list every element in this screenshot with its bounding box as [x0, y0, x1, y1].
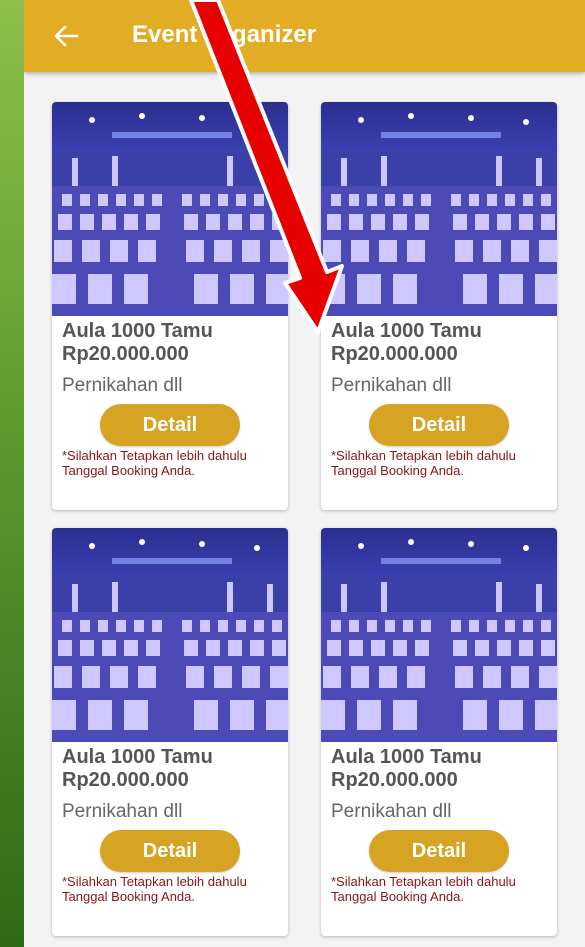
venue-photo	[52, 102, 288, 316]
venue-card[interactable]: Aula 1000 Tamu Rp20.000.000 Pernikahan d…	[52, 528, 288, 936]
venue-card[interactable]: Aula 1000 Tamu Rp20.000.000 Pernikahan d…	[52, 102, 288, 510]
venue-name: Aula 1000 Tamu	[331, 746, 482, 768]
venue-price: Rp20.000.000	[62, 343, 189, 365]
venue-price: Rp20.000.000	[331, 343, 458, 365]
venue-card[interactable]: Aula 1000 Tamu Rp20.000.000 Pernikahan d…	[321, 528, 557, 936]
venue-name: Aula 1000 Tamu	[62, 320, 213, 342]
venue-photo	[52, 528, 288, 742]
venue-card[interactable]: Aula 1000 Tamu Rp20.000.000 Pernikahan d…	[321, 102, 557, 510]
venue-name: Aula 1000 Tamu	[331, 320, 482, 342]
venue-category: Pernikahan dll	[62, 375, 183, 396]
booking-note: *Silahkan Tetapkan lebih dahulu Tanggal …	[331, 448, 516, 478]
detail-button[interactable]: Detail	[369, 404, 509, 446]
venue-price: Rp20.000.000	[331, 769, 458, 791]
venue-category: Pernikahan dll	[331, 375, 452, 396]
page-title: Event Organizer	[132, 21, 317, 48]
venue-price: Rp20.000.000	[62, 769, 189, 791]
venue-photo	[321, 528, 557, 742]
detail-button[interactable]: Detail	[100, 830, 240, 872]
venue-category: Pernikahan dll	[331, 801, 452, 822]
booking-note: *Silahkan Tetapkan lebih dahulu Tanggal …	[331, 874, 516, 904]
venue-name: Aula 1000 Tamu	[62, 746, 213, 768]
phone-screen: Event Organizer Aula 1000 Tamu Rp20.000.…	[24, 0, 585, 947]
detail-button[interactable]: Detail	[100, 404, 240, 446]
booking-note: *Silahkan Tetapkan lebih dahulu Tanggal …	[62, 874, 247, 904]
venue-category: Pernikahan dll	[62, 801, 183, 822]
app-bar: Event Organizer	[24, 0, 585, 72]
booking-note: *Silahkan Tetapkan lebih dahulu Tanggal …	[62, 448, 247, 478]
detail-button[interactable]: Detail	[369, 830, 509, 872]
arrow-left-icon[interactable]	[52, 22, 80, 50]
venue-photo	[321, 102, 557, 316]
